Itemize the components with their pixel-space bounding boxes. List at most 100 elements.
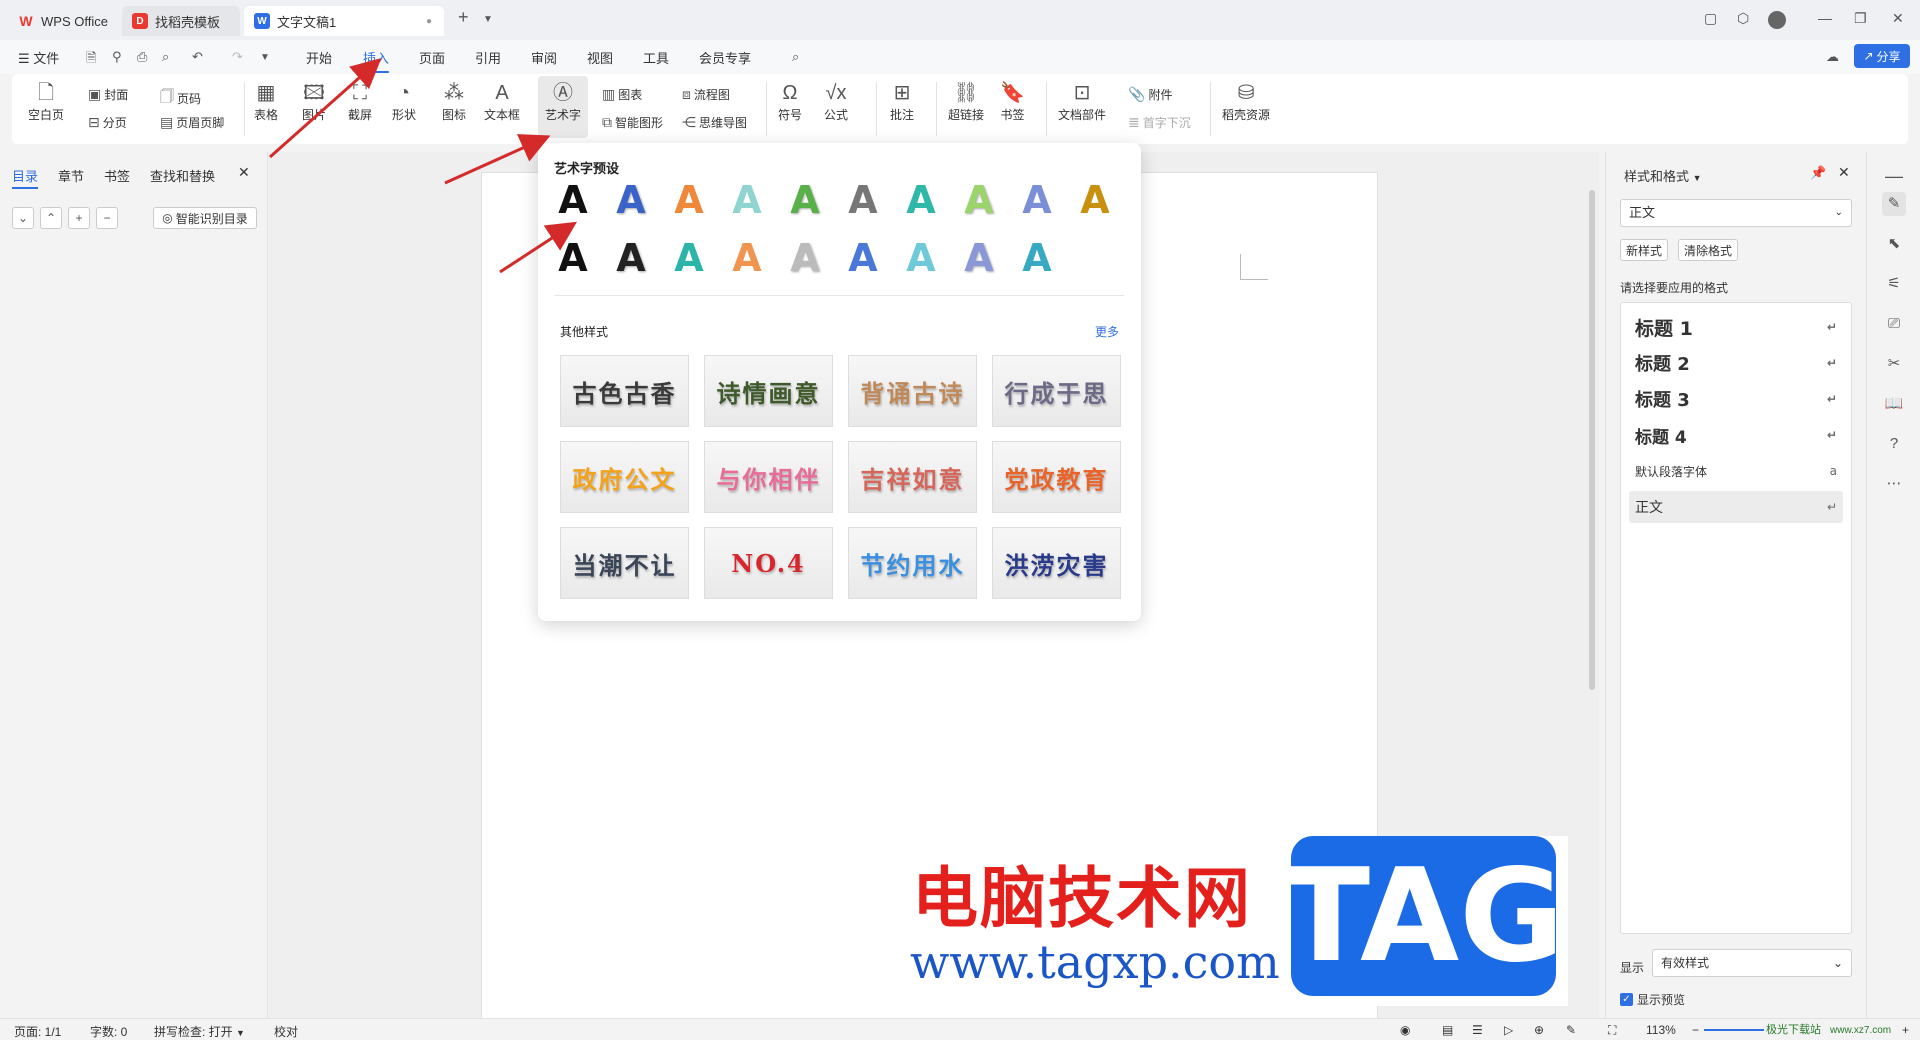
restore-icon[interactable]: ❐ bbox=[1854, 10, 1867, 27]
up-chevron-icon[interactable]: ⌃ bbox=[40, 207, 62, 229]
doc-parts-button[interactable]: ⊡ 文档部件 bbox=[1058, 80, 1106, 123]
zoom-out-icon[interactable]: − bbox=[1692, 1023, 1699, 1037]
wordart-style-tile[interactable]: 党政教育 bbox=[992, 441, 1121, 513]
wordart-preset[interactable]: A bbox=[608, 235, 654, 281]
new-tab-button[interactable]: + bbox=[458, 7, 469, 28]
zoom-level[interactable]: 113% bbox=[1646, 1023, 1676, 1037]
style-heading-2[interactable]: 标题 2 ↵ bbox=[1629, 347, 1843, 379]
icon-button[interactable]: ⁂ 图标 bbox=[442, 80, 466, 123]
remove-icon[interactable]: − bbox=[96, 207, 118, 229]
pen-icon[interactable]: ✎ bbox=[1566, 1023, 1576, 1037]
wordart-style-tile[interactable]: 诗情画意 bbox=[704, 355, 833, 427]
smart-toc-button[interactable]: ◎ 智能识别目录 bbox=[153, 207, 257, 229]
search-icon[interactable]: ⌕ bbox=[792, 49, 799, 65]
book-icon[interactable]: 📖 bbox=[1882, 392, 1906, 416]
wordart-preset[interactable]: A bbox=[1014, 235, 1060, 281]
wordart-preset[interactable]: A bbox=[550, 235, 596, 281]
clear-format-button[interactable]: 清除格式 bbox=[1678, 239, 1739, 261]
eye-icon[interactable]: ◉ bbox=[1400, 1023, 1410, 1037]
menu-insert[interactable]: 插入 bbox=[363, 48, 390, 73]
chart-button[interactable]: ▥ 图表 bbox=[602, 86, 642, 103]
word-count[interactable]: 字数: 0 bbox=[90, 1023, 127, 1040]
show-preview-checkbox[interactable]: ✓ 显示预览 bbox=[1620, 991, 1685, 1008]
wordart-preset[interactable]: A bbox=[956, 177, 1002, 223]
wordart-preset[interactable]: A bbox=[840, 177, 886, 223]
hyperlink-button[interactable]: ⛓ 超链接 bbox=[948, 80, 984, 123]
cube-icon[interactable]: ⬡ bbox=[1737, 10, 1749, 27]
add-icon[interactable]: + bbox=[68, 207, 90, 229]
tab-document[interactable]: W 文字文稿1 ● bbox=[244, 6, 444, 36]
layout-icon[interactable]: ▢ bbox=[1704, 10, 1717, 27]
tab-chapter[interactable]: 章节 bbox=[58, 166, 84, 185]
mindmap-button[interactable]: ⋲ 思维导图 bbox=[682, 114, 747, 131]
vertical-scrollbar[interactable] bbox=[1587, 160, 1597, 1010]
minimize-icon[interactable]: — bbox=[1818, 10, 1832, 26]
wordart-style-tile[interactable]: 当潮不让 bbox=[560, 527, 689, 599]
link-icon[interactable]: ⚲ bbox=[112, 49, 122, 65]
screenshot-button[interactable]: ⛶ 截屏 bbox=[348, 80, 372, 123]
outline-view-icon[interactable]: ☰ bbox=[1472, 1023, 1483, 1037]
pane-title[interactable]: 样式和格式 ▼ bbox=[1624, 166, 1702, 185]
menu-tools[interactable]: 工具 bbox=[643, 48, 669, 67]
close-pane-icon[interactable]: ✕ bbox=[238, 164, 250, 181]
spell-check[interactable]: 拼写检查: 打开 ▼ bbox=[154, 1023, 245, 1040]
smart-graphic-button[interactable]: ⧉ 智能图形 bbox=[602, 114, 663, 131]
wordart-style-tile[interactable]: 行成于思 bbox=[992, 355, 1121, 427]
unsaved-dot-icon[interactable]: ● bbox=[426, 16, 432, 27]
save-icon[interactable]: 🗎 bbox=[86, 49, 96, 71]
fit-icon[interactable]: ⛶ bbox=[1608, 1023, 1616, 1038]
wordart-style-tile[interactable]: 政府公文 bbox=[560, 441, 689, 513]
menu-view[interactable]: 视图 bbox=[587, 48, 613, 67]
adjust-icon[interactable]: ⚟ bbox=[1882, 272, 1906, 296]
scroll-thumb[interactable] bbox=[1589, 190, 1595, 690]
collapse-icon[interactable]: — bbox=[1882, 164, 1906, 188]
wordart-preset[interactable]: A bbox=[956, 235, 1002, 281]
zoom-in-icon[interactable]: + bbox=[1902, 1023, 1909, 1037]
wordart-style-tile[interactable]: 与你相伴 bbox=[704, 441, 833, 513]
blank-page-button[interactable]: 🗋 空白页 bbox=[28, 80, 64, 123]
style-heading-3[interactable]: 标题 3 ↵ bbox=[1629, 383, 1843, 415]
print-icon[interactable]: ⎙ bbox=[137, 49, 147, 65]
zoom-slider[interactable] bbox=[1704, 1029, 1764, 1031]
header-footer-button[interactable]: ▤ 页眉页脚 bbox=[160, 114, 224, 131]
wordart-style-tile[interactable]: 吉祥如意 bbox=[848, 441, 977, 513]
undo-icon[interactable]: ↶ bbox=[192, 49, 203, 65]
web-view-icon[interactable]: ⊕ bbox=[1534, 1023, 1544, 1037]
wordart-preset[interactable]: A bbox=[898, 177, 944, 223]
avatar[interactable] bbox=[1768, 11, 1786, 29]
current-style-select[interactable]: 正文 ⌄ bbox=[1620, 199, 1852, 227]
style-pen-icon[interactable]: ✎ bbox=[1882, 192, 1906, 216]
file-menu[interactable]: ☰ 文件 bbox=[18, 48, 59, 67]
style-heading-4[interactable]: 标题 4 ↵ bbox=[1629, 419, 1843, 451]
style-body[interactable]: 正文 ↵ bbox=[1629, 491, 1843, 523]
play-icon[interactable]: ▷ bbox=[1504, 1023, 1513, 1037]
symbol-button[interactable]: Ω 符号 bbox=[778, 80, 802, 123]
wordart-preset[interactable]: A bbox=[1072, 177, 1118, 223]
cover-button[interactable]: ▣ 封面 bbox=[88, 86, 128, 103]
tab-bookmark[interactable]: 书签 bbox=[104, 166, 130, 185]
wordart-preset[interactable]: A bbox=[782, 235, 828, 281]
page-number-button[interactable]: 🗍 页码 bbox=[160, 86, 201, 110]
pin-icon[interactable]: 📌 bbox=[1810, 165, 1826, 181]
wordart-preset[interactable]: A bbox=[840, 235, 886, 281]
tab-list-chevron-icon[interactable]: ▼ bbox=[483, 14, 493, 25]
wordart-preset[interactable]: A bbox=[550, 177, 596, 223]
tab-find-replace[interactable]: 查找和替换 bbox=[150, 166, 215, 185]
resources-button[interactable]: ⛁ 稻壳资源 bbox=[1222, 80, 1270, 123]
cloud-icon[interactable]: ☁ bbox=[1826, 49, 1839, 65]
attachment-button[interactable]: 📎 附件 bbox=[1128, 86, 1172, 103]
flowchart-button[interactable]: ⧈ 流程图 bbox=[682, 86, 730, 103]
page-view-icon[interactable]: ▤ bbox=[1442, 1023, 1453, 1037]
wordart-style-tile[interactable]: 背诵古诗 bbox=[848, 355, 977, 427]
wordart-preset[interactable]: A bbox=[782, 177, 828, 223]
proofread[interactable]: 校对 bbox=[274, 1023, 298, 1040]
wordart-preset[interactable]: A bbox=[724, 177, 770, 223]
close-icon[interactable]: ✕ bbox=[1838, 164, 1850, 181]
wordart-preset[interactable]: A bbox=[666, 177, 712, 223]
edit-image-icon[interactable]: ⎚ bbox=[1882, 312, 1906, 336]
menu-page[interactable]: 页面 bbox=[419, 48, 445, 67]
share-button[interactable]: ↗ 分享 bbox=[1854, 44, 1910, 68]
menu-member[interactable]: 会员专享 bbox=[699, 48, 751, 67]
tab-toc[interactable]: 目录 bbox=[12, 166, 39, 189]
tab-template[interactable]: D 找稻壳模板 bbox=[122, 6, 240, 36]
